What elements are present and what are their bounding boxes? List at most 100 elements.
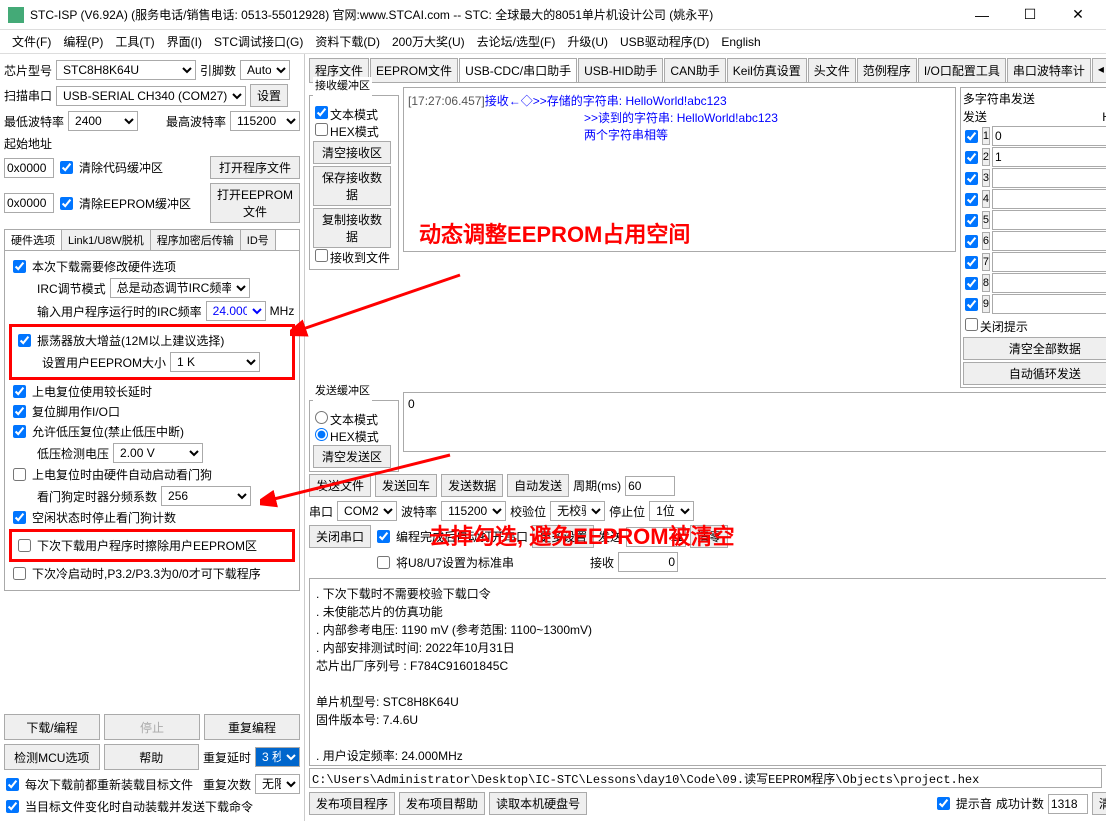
read-hd-button[interactable]: 读取本机硬盘号 [489, 792, 587, 815]
send-file-button[interactable]: 发送文件 [309, 474, 371, 497]
irc-freq-select[interactable]: 24.000 [206, 301, 266, 321]
menu-forum[interactable]: 去论坛/选型(F) [473, 31, 560, 52]
menu-upgrade[interactable]: 升级(U) [563, 31, 612, 52]
opt8-check[interactable] [13, 468, 26, 481]
opt5-check[interactable] [13, 385, 26, 398]
u8u7-check[interactable] [377, 556, 390, 569]
tab-usb-cdc[interactable]: USB-CDC/串口助手 [459, 58, 577, 82]
tab-scroll-left[interactable]: ◂ [1092, 58, 1106, 82]
hw-tab-options[interactable]: 硬件选项 [5, 230, 62, 250]
opt7-check[interactable] [13, 425, 26, 438]
log-area[interactable]: . 下次下载时不需要校验下载口令 . 未使能芯片的仿真功能 . 内部参考电压: … [309, 578, 1106, 766]
tab-header[interactable]: 头文件 [808, 58, 856, 82]
wdt-select[interactable]: 256 [161, 486, 251, 506]
send-enter-button[interactable]: 发送回车 [375, 474, 437, 497]
serial-parity-select[interactable]: 无校验 [550, 501, 605, 521]
irc-mode-select[interactable]: 总是动态调节IRC频率 [110, 278, 250, 298]
tab-example[interactable]: 范例程序 [857, 58, 917, 82]
tab-eeprom-file[interactable]: EEPROM文件 [370, 58, 458, 82]
chip-select[interactable]: STC8H8K64U [56, 60, 196, 80]
recv-clear-button[interactable]: 清空接收区 [313, 141, 391, 164]
pin-select[interactable]: Auto [240, 60, 290, 80]
min-baud-select[interactable]: 2400 [68, 111, 138, 131]
tab-baud[interactable]: 串口波特率计 [1007, 58, 1091, 82]
send-text-radio[interactable] [315, 411, 328, 424]
maximize-button[interactable]: ☐ [1010, 5, 1050, 25]
multi-check-2[interactable] [965, 172, 978, 185]
close-button[interactable]: ✕ [1058, 5, 1098, 25]
multi-input-1[interactable] [992, 147, 1106, 167]
publish-help-button[interactable]: 发布项目帮助 [399, 792, 485, 815]
multi-input-6[interactable] [992, 252, 1106, 272]
menu-program[interactable]: 编程(P) [59, 31, 107, 52]
open-prog-button[interactable]: 打开程序文件 [210, 156, 300, 179]
close-serial-button[interactable]: 关闭串口 [309, 525, 371, 548]
help-button[interactable]: 帮助 [104, 744, 200, 770]
hint-sound-check[interactable] [937, 797, 950, 810]
multi-input-8[interactable] [992, 294, 1106, 314]
auto-open-check[interactable] [377, 530, 390, 543]
stop-button[interactable]: 停止 [104, 714, 200, 740]
multi-btn-5[interactable]: 6 [982, 232, 990, 250]
opt9-check[interactable] [13, 511, 26, 524]
tab-usb-hid[interactable]: USB-HID助手 [578, 58, 663, 82]
download-button[interactable]: 下载/编程 [4, 714, 100, 740]
serial-port-select[interactable]: COM27 [337, 501, 397, 521]
period-input[interactable] [625, 476, 675, 496]
hw-tab-encrypt[interactable]: 程序加密后传输 [151, 230, 241, 250]
clear-success-button[interactable]: 清零 [1092, 792, 1106, 815]
success-count-input[interactable] [1048, 794, 1088, 814]
port-settings-button[interactable]: 设置 [250, 84, 288, 107]
recv-hex-check[interactable] [315, 123, 328, 136]
max-baud-select[interactable]: 115200 [230, 111, 300, 131]
open-eeprom-button[interactable]: 打开EEPROM文件 [210, 183, 300, 223]
multi-input-3[interactable] [992, 189, 1106, 209]
recv-copy-button[interactable]: 复制接收数据 [313, 208, 391, 248]
recv-save-button[interactable]: 保存接收数据 [313, 166, 391, 206]
send-textarea[interactable]: 0 [403, 392, 1106, 452]
multi-input-7[interactable] [992, 273, 1106, 293]
multi-check-5[interactable] [965, 235, 978, 248]
publish-prog-button[interactable]: 发布项目程序 [309, 792, 395, 815]
multi-btn-1[interactable]: 2 [982, 148, 990, 166]
opt3-check[interactable] [18, 334, 31, 347]
multi-btn-8[interactable]: 9 [982, 295, 990, 313]
menu-debug[interactable]: STC调试接口(G) [210, 31, 307, 52]
path-input[interactable] [309, 768, 1102, 788]
tab-io[interactable]: I/O口配置工具 [918, 58, 1006, 82]
multi-input-4[interactable] [992, 210, 1106, 230]
tab-can[interactable]: CAN助手 [664, 58, 725, 82]
menu-tools[interactable]: 工具(T) [111, 31, 158, 52]
tab-keil[interactable]: Keil仿真设置 [727, 58, 807, 82]
send-clear-button[interactable]: 清空发送区 [313, 445, 391, 468]
send-data-button[interactable]: 发送数据 [441, 474, 503, 497]
serial-stop-select[interactable]: 1位 [649, 501, 694, 521]
multi-check-6[interactable] [965, 256, 978, 269]
clear-eeprom-check[interactable] [60, 197, 73, 210]
auto-reload-check[interactable] [6, 800, 19, 813]
menu-ui[interactable]: 界面(I) [163, 31, 206, 52]
auto-loop-button[interactable]: 自动循环发送 [963, 362, 1106, 385]
opt1-check[interactable] [13, 260, 26, 273]
multi-btn-7[interactable]: 8 [982, 274, 990, 292]
close-hint-check[interactable] [965, 318, 978, 331]
recv-text-check[interactable] [315, 106, 328, 119]
opt11-check[interactable] [13, 567, 26, 580]
opt10-check[interactable] [18, 539, 31, 552]
detect-button[interactable]: 检测MCU选项 [4, 744, 100, 770]
multi-btn-6[interactable]: 7 [982, 253, 990, 271]
auto-send-button[interactable]: 自动发送 [507, 474, 569, 497]
hw-tab-link1[interactable]: Link1/U8W脱机 [62, 230, 151, 250]
multi-check-7[interactable] [965, 277, 978, 290]
menu-english[interactable]: English [717, 33, 764, 51]
multi-check-8[interactable] [965, 298, 978, 311]
multi-btn-3[interactable]: 4 [982, 190, 990, 208]
reload-check[interactable] [6, 778, 19, 791]
clear-code-check[interactable] [60, 161, 73, 174]
menu-usb[interactable]: USB驱动程序(D) [616, 31, 713, 52]
serial-baud-select[interactable]: 115200 [441, 501, 506, 521]
clear-all-button[interactable]: 清空全部数据 [963, 337, 1106, 360]
addr2-input[interactable] [4, 193, 54, 213]
recv-count-input[interactable] [618, 552, 678, 572]
hw-tab-id[interactable]: ID号 [241, 230, 276, 250]
